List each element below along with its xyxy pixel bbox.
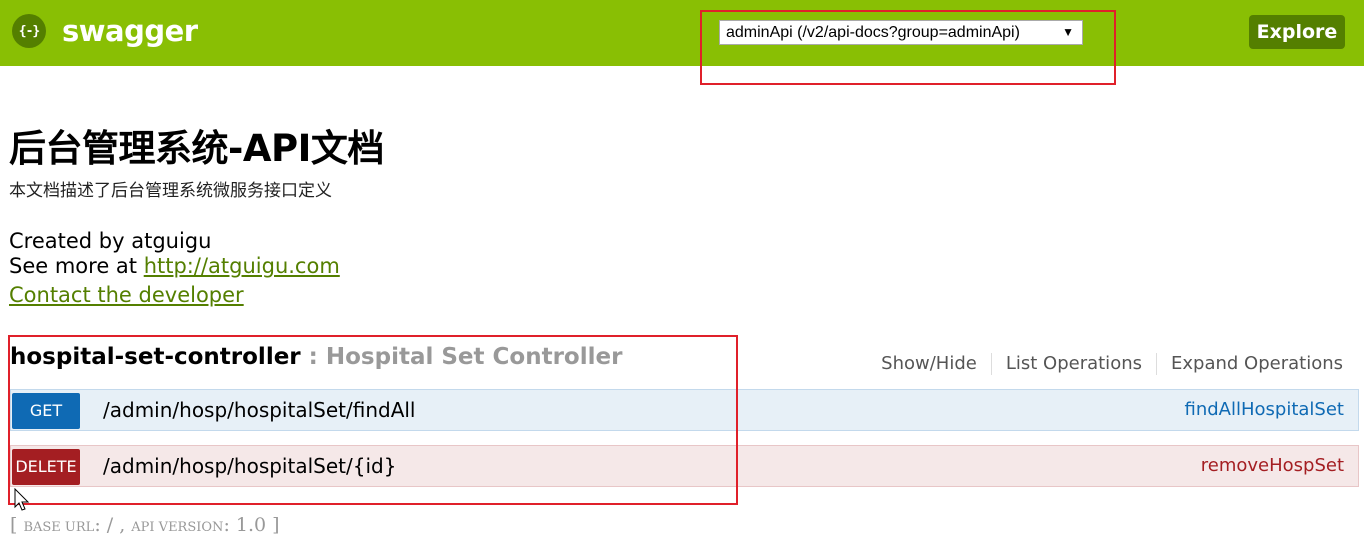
terms-link[interactable]: http://atguigu.com [144, 254, 340, 278]
logo-text: swagger [62, 14, 198, 48]
show-hide-link[interactable]: Show/Hide [867, 353, 991, 375]
api-description: 本文档描述了后台管理系统微服务接口定义 [9, 181, 332, 201]
top-bar: {-} swagger adminApi (/v2/api-docs?group… [0, 0, 1364, 66]
swagger-logo-icon: {-} [12, 14, 46, 48]
list-operations-link[interactable]: List Operations [992, 353, 1156, 375]
contact-developer-link[interactable]: Contact the developer [9, 283, 244, 307]
api-version-value: : 1.0 [223, 514, 273, 536]
base-url-value: : / , [94, 514, 132, 536]
explore-button[interactable]: Explore [1249, 15, 1345, 49]
created-by: Created by atguigu [9, 229, 212, 253]
mouse-cursor-icon [14, 488, 30, 511]
see-more-prefix: See more at [9, 254, 144, 278]
highlight-box-resource [8, 335, 738, 505]
footer-close-bracket: ] [272, 514, 280, 536]
api-version-label: API VERSION [131, 520, 224, 535]
logo-glyph: {-} [18, 23, 41, 39]
see-more-line: See more at http://atguigu.com [9, 254, 340, 279]
highlight-box-api-select [700, 10, 1116, 85]
page-title: 后台管理系统-API文档 [9, 127, 384, 170]
contact-line: Contact the developer [9, 283, 340, 308]
swagger-logo[interactable]: {-} swagger [12, 14, 198, 48]
expand-operations-link[interactable]: Expand Operations [1157, 353, 1343, 375]
api-footer: [ BASE URL: / , API VERSION: 1.0 ] [10, 514, 280, 536]
resource-actions: Show/Hide List Operations Expand Operati… [867, 353, 1343, 375]
footer-open-bracket: [ [10, 514, 24, 536]
operation-nickname[interactable]: removeHospSet [1201, 446, 1344, 486]
base-url-label: BASE URL [23, 520, 95, 535]
api-info: Created by atguigu See more at http://at… [9, 229, 340, 308]
operation-nickname[interactable]: findAllHospitalSet [1185, 390, 1345, 430]
